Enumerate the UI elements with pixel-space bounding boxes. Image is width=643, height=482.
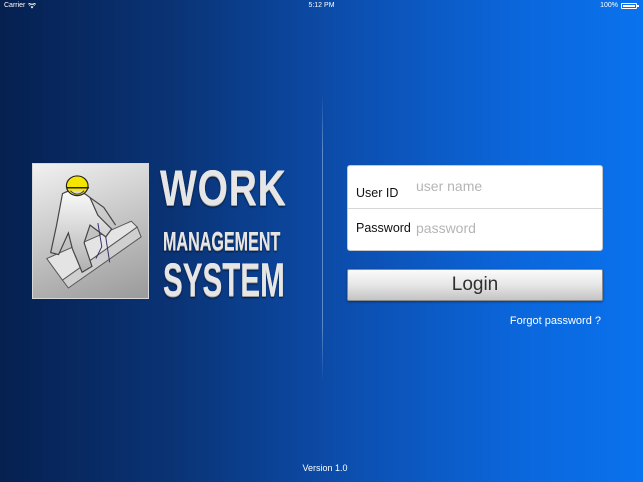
forgot-password-link[interactable]: Forgot password ?	[510, 315, 601, 327]
battery-percent: 100%	[600, 2, 618, 9]
password-input[interactable]	[416, 220, 586, 236]
logo-word-work: WORK	[160, 160, 287, 216]
battery-fill	[623, 4, 635, 7]
vertical-divider	[322, 92, 323, 382]
status-time: 5:12 PM	[308, 2, 335, 9]
user-id-row: User ID	[348, 166, 602, 209]
login-form: User ID Password	[347, 165, 603, 251]
login-button[interactable]: Login	[347, 269, 603, 301]
password-label: Password	[356, 221, 411, 235]
status-right: 100%	[600, 2, 639, 9]
logo-image	[32, 163, 149, 299]
construction-worker-icon	[46, 175, 142, 289]
user-id-label: User ID	[356, 186, 399, 200]
logo-wordmark: WORK MANAGEMENT SYSTEM	[160, 160, 305, 306]
user-id-input[interactable]	[416, 178, 586, 194]
password-row: Password	[348, 209, 602, 251]
status-bar: Carrier 5:12 PM 100%	[0, 0, 643, 14]
version-label: Version 1.0	[302, 463, 348, 473]
logo-word-system: SYSTEM	[163, 253, 285, 306]
battery-icon	[621, 2, 639, 9]
